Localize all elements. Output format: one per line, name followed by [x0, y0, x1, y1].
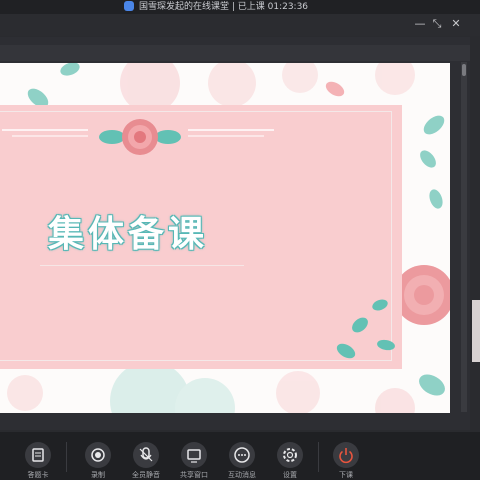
- lock-icon: [124, 1, 134, 11]
- close-button[interactable]: ✕: [449, 17, 463, 31]
- power-icon: [333, 442, 359, 468]
- class-status-title: 国雪琛发起的在线课堂 | 已上课 01:23:36: [139, 2, 309, 12]
- record-icon: [85, 442, 111, 468]
- title-underline: [40, 265, 244, 266]
- mute-all-button[interactable]: 全员静音: [128, 442, 164, 479]
- scrollbar-thumb[interactable]: [462, 64, 466, 76]
- mute-all-label: 全员静音: [132, 471, 160, 479]
- chat-button[interactable]: 互动消息: [224, 442, 260, 479]
- settings-label: 设置: [283, 471, 297, 479]
- record-button[interactable]: 录制: [80, 442, 116, 479]
- end-class-button[interactable]: 下课: [328, 442, 364, 479]
- window-titlebar: — ⤡ ✕: [0, 14, 480, 36]
- answer-card-label: 答题卡: [27, 471, 49, 479]
- end-class-label: 下课: [339, 471, 353, 479]
- restore-button[interactable]: ⤡: [430, 17, 444, 31]
- settings-button[interactable]: 设置: [272, 442, 308, 479]
- vertical-scrollbar[interactable]: [461, 62, 467, 412]
- slide-canvas: 集体备课: [0, 63, 450, 413]
- minimize-button[interactable]: —: [413, 17, 427, 31]
- chat-icon: [229, 442, 255, 468]
- slide-toolstrip: [0, 45, 470, 61]
- share-window-icon: [181, 442, 207, 468]
- toolbar-separator: [66, 442, 67, 472]
- record-label: 录制: [91, 471, 105, 479]
- share-window-label: 共享窗口: [180, 471, 208, 479]
- answer-card-button[interactable]: 答题卡: [20, 442, 56, 479]
- slide-title: 集体备课: [48, 214, 209, 255]
- answer-card-icon: [25, 442, 51, 468]
- side-video-thumbnail[interactable]: [472, 300, 480, 362]
- status-bar: 国雪琛发起的在线课堂 | 已上课 01:23:36: [0, 0, 480, 14]
- toolbar-separator: [318, 442, 319, 472]
- settings-icon: [277, 442, 303, 468]
- mute-all-icon: [133, 442, 159, 468]
- slide-title-card: 集体备课: [0, 105, 402, 369]
- chat-label: 互动消息: [228, 471, 256, 479]
- share-window-button[interactable]: 共享窗口: [176, 442, 212, 479]
